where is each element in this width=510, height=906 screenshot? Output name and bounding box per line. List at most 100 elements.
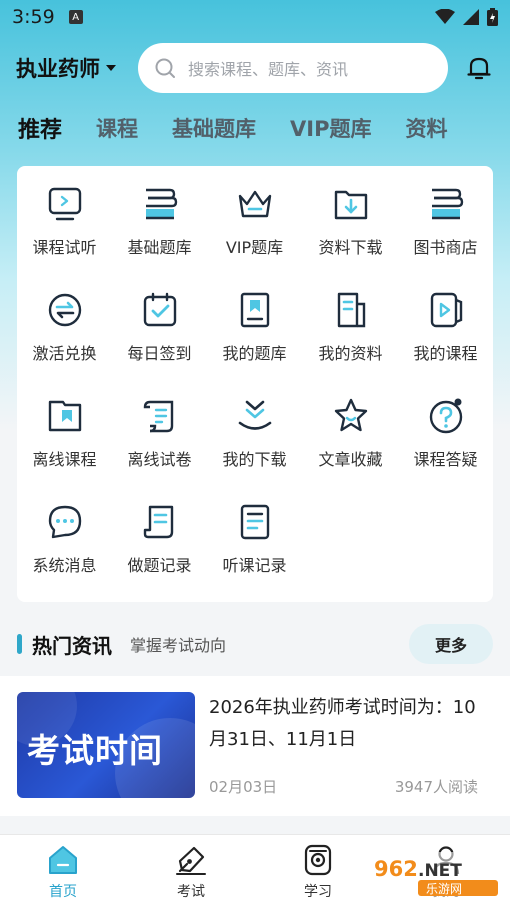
grid-item[interactable]: 系统消息 xyxy=(17,484,112,584)
exchange-icon xyxy=(48,293,81,327)
thumbnail-text: 考试时间 xyxy=(27,731,163,770)
status-icons xyxy=(435,8,498,26)
question-icon xyxy=(429,398,462,434)
grid-item[interactable]: 我的题库 xyxy=(207,272,302,372)
feature-grid: 课程试听 基础题库 VIP题库 资料下载 图书商店激活兑换 每日签到 我的题库 我的资料 我的课… xyxy=(17,166,493,602)
exam-selector[interactable]: 执业药师 xyxy=(16,53,116,83)
grid-item-label: 我的资料 xyxy=(318,344,383,363)
grid-item[interactable]: 离线课程 xyxy=(17,378,112,478)
nav-exam-label: 考试 xyxy=(177,884,205,900)
svg-text:乐游网: 乐游网 xyxy=(426,882,462,896)
news-section-title: 热门资讯 xyxy=(32,633,112,658)
notification-icon: A xyxy=(68,10,83,24)
grid-item-label: 课程试听 xyxy=(32,238,97,257)
search-input[interactable]: 搜索课程、题库、资讯 xyxy=(138,43,448,93)
nav-exam[interactable]: 考试 xyxy=(151,843,231,903)
grid-item-label: 图书商店 xyxy=(413,238,478,257)
svg-text:962: 962 xyxy=(374,857,418,881)
folder-download-icon xyxy=(334,190,367,220)
grid-item-label: 离线试卷 xyxy=(127,450,192,469)
grid-item[interactable]: 我的下载 xyxy=(207,378,302,478)
bell-icon[interactable] xyxy=(464,53,494,83)
grid-item-label: 资料下载 xyxy=(318,238,383,257)
pen-icon xyxy=(176,846,206,875)
tab-recommend[interactable]: 推荐 xyxy=(11,112,63,147)
grid-item[interactable]: 我的资料 xyxy=(303,272,398,372)
book-stack-icon xyxy=(145,188,177,220)
crown-icon xyxy=(238,190,271,218)
nav-home-label: 首页 xyxy=(49,884,77,900)
chat-icon xyxy=(48,505,81,539)
grid-item-label: VIP题库 xyxy=(225,238,284,257)
calendar-check-icon xyxy=(143,292,176,327)
news-thumbnail: 考试时间 xyxy=(17,692,195,798)
grid-item-label: 做题记录 xyxy=(127,556,192,575)
more-button[interactable]: 更多 xyxy=(409,624,493,664)
offline-book-icon xyxy=(48,400,81,432)
video-course-icon xyxy=(430,292,462,328)
grid-item[interactable]: 听课记录 xyxy=(207,484,302,584)
tab-vip-questions[interactable]: VIP题库 xyxy=(290,113,371,143)
nav-study[interactable]: 学习 xyxy=(278,843,358,903)
grid-item-label: 每日签到 xyxy=(127,344,192,363)
news-headline: 2026年执业药师考试时间为：10月31日、11月1日 xyxy=(209,697,476,750)
scroll-icon xyxy=(143,400,173,433)
grid-item[interactable]: 课程试听 xyxy=(17,166,112,266)
tab-course[interactable]: 课程 xyxy=(96,113,138,143)
nav-home[interactable]: 首页 xyxy=(23,843,103,903)
svg-text:.NET: .NET xyxy=(418,861,462,881)
nav-study-label: 学习 xyxy=(304,884,332,900)
bookmark-doc-icon xyxy=(240,292,269,328)
grid-item-label: 离线课程 xyxy=(32,450,97,469)
grid-item-label: 激活兑换 xyxy=(32,344,97,363)
grid-item[interactable]: 做题记录 xyxy=(112,484,207,584)
grid-item-label: 我的课程 xyxy=(413,344,478,363)
news-date: 02月03日 xyxy=(209,778,278,796)
document-icon xyxy=(337,292,365,328)
status-bar: 3:59 A xyxy=(0,0,510,34)
grid-item[interactable]: 离线试卷 xyxy=(112,378,207,478)
signal-icon xyxy=(463,9,479,25)
exam-selector-label: 执业药师 xyxy=(16,57,100,81)
grid-item-label: 基础题库 xyxy=(127,238,192,257)
grid-item[interactable]: 我的课程 xyxy=(398,272,493,372)
news-read-count: 3947人阅读 xyxy=(394,778,478,796)
star-icon xyxy=(334,398,367,432)
grid-item[interactable]: 图书商店 xyxy=(398,166,493,266)
section-accent-bar xyxy=(17,634,22,654)
watermark-logo: 962 .NET 乐游网 xyxy=(366,852,502,898)
grid-item-label: 我的题库 xyxy=(222,344,287,363)
status-time: 3:59 xyxy=(12,6,55,28)
camera-icon xyxy=(304,844,332,876)
grid-item[interactable]: VIP题库 xyxy=(207,166,302,266)
grid-item[interactable]: 课程答疑 xyxy=(398,378,493,478)
grid-item[interactable]: 资料下载 xyxy=(303,166,398,266)
tab-materials[interactable]: 资料 xyxy=(405,113,447,143)
news-list-item[interactable]: 考试时间 2026年执业药师考试时间为：10月31日、11月1日 02月03日 … xyxy=(0,676,510,816)
grid-item-label: 系统消息 xyxy=(32,556,97,575)
grid-item[interactable]: 基础题库 xyxy=(112,166,207,266)
grid-item-label: 我的下载 xyxy=(222,450,287,469)
grid-item-label: 听课记录 xyxy=(222,556,287,575)
grid-item-label: 课程答疑 xyxy=(413,450,478,469)
search-icon xyxy=(155,58,175,78)
search-placeholder: 搜索课程、题库、资讯 xyxy=(188,60,349,79)
feature-grid-card: 课程试听 基础题库 VIP题库 资料下载 图书商店激活兑换 每日签到 我的题库 我的资料 我的课… xyxy=(17,166,493,602)
list-doc-icon xyxy=(240,504,269,540)
grid-item[interactable]: 每日签到 xyxy=(112,272,207,372)
tab-basic-questions[interactable]: 基础题库 xyxy=(172,113,256,143)
wifi-icon xyxy=(435,9,455,24)
grid-item-label: 文章收藏 xyxy=(318,450,383,469)
grid-item[interactable]: 文章收藏 xyxy=(303,378,398,478)
top-header: 执业药师 搜索课程、题库、资讯 xyxy=(0,40,510,96)
book-stack-icon xyxy=(431,188,463,220)
grid-item[interactable]: 激活兑换 xyxy=(17,272,112,372)
download-icon xyxy=(238,400,271,430)
home-icon xyxy=(49,846,77,874)
battery-icon xyxy=(487,8,498,26)
news-section-header: 热门资讯 掌握考试动向 更多 xyxy=(17,622,493,666)
record-doc-icon xyxy=(143,505,173,539)
caret-down-icon xyxy=(106,65,116,71)
category-tabs: 推荐 课程 基础题库 VIP题库 资料 xyxy=(0,106,510,150)
news-section-subtitle: 掌握考试动向 xyxy=(130,636,227,655)
